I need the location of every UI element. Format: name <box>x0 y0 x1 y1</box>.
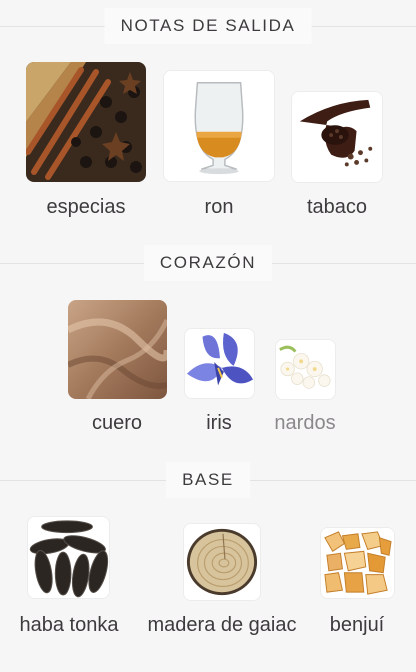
spices-icon <box>26 62 146 182</box>
note-image-iris[interactable] <box>184 328 255 399</box>
note-label-madera-de-gaiac: madera de gaiac <box>147 614 297 636</box>
note-image-ron[interactable] <box>163 70 275 182</box>
tobacco-pipe-icon <box>292 92 382 182</box>
benzoin-resin-icon <box>321 528 394 598</box>
note-label-cuero: cuero <box>91 412 143 434</box>
note-label-tabaco: tabaco <box>306 196 368 218</box>
note-label-haba-tonka: haba tonka <box>19 614 119 636</box>
section-title-top-notes: NOTAS DE SALIDA <box>104 8 312 44</box>
rum-glass-icon <box>164 71 274 181</box>
note-image-haba-tonka[interactable] <box>27 516 110 599</box>
note-image-especias[interactable] <box>26 62 146 182</box>
leather-icon <box>68 300 167 399</box>
note-image-benjui[interactable] <box>320 527 395 599</box>
note-label-benjui: benjuí <box>329 614 385 636</box>
tonka-bean-icon <box>28 517 109 598</box>
note-image-madera-de-gaiac[interactable] <box>183 523 261 601</box>
guaiac-wood-icon <box>184 524 260 600</box>
note-image-tabaco[interactable] <box>291 91 383 183</box>
note-label-ron: ron <box>204 196 234 218</box>
note-label-nardos: nardos <box>274 412 336 434</box>
note-image-cuero[interactable] <box>68 300 167 399</box>
iris-flower-icon <box>185 329 254 398</box>
note-label-iris: iris <box>206 412 232 434</box>
note-label-especias: especias <box>46 196 126 218</box>
note-image-nardos[interactable] <box>275 339 336 400</box>
section-title-heart-notes: CORAZÓN <box>143 245 273 281</box>
tuberose-icon <box>276 340 335 399</box>
section-title-base-notes: BASE <box>166 462 250 498</box>
